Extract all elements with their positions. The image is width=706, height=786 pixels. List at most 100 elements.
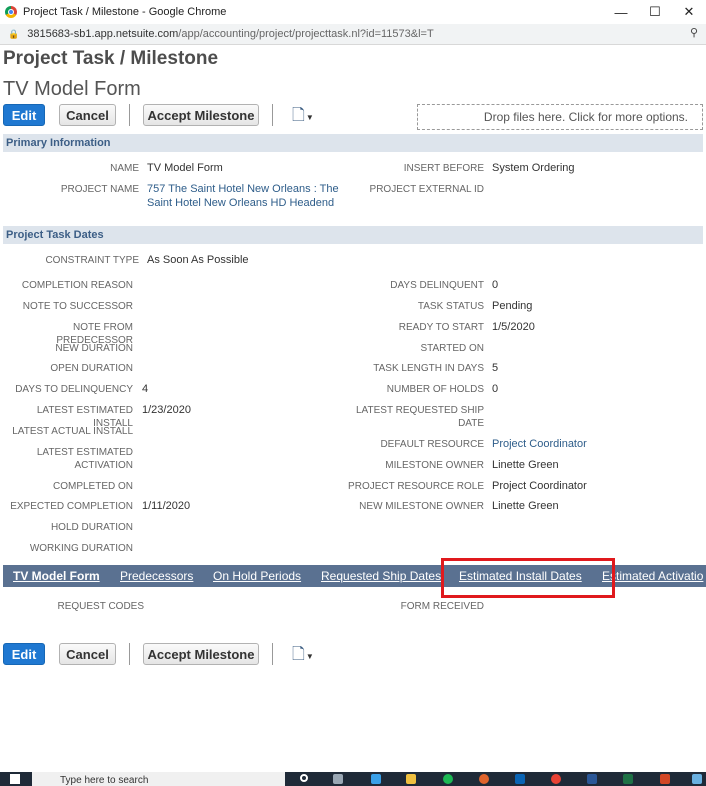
windows-start-icon[interactable] bbox=[10, 774, 20, 784]
field-value-project-resource-role: Project Coordinator bbox=[492, 480, 587, 492]
section-header-primary[interactable]: Primary Information bbox=[3, 134, 703, 152]
field-label: ACTIVATION bbox=[74, 460, 133, 471]
cortana-icon[interactable] bbox=[300, 774, 308, 782]
field-label-form-received: FORM RECEIVED bbox=[400, 601, 484, 612]
window-title: Project Task / Milestone - Google Chrome bbox=[23, 6, 227, 18]
field-value-latest-estimated-install: 1/23/2020 bbox=[142, 404, 191, 416]
field-label: LATEST ACTUAL INSTALL bbox=[12, 426, 133, 437]
page-title: Project Task / Milestone bbox=[3, 48, 219, 69]
powerpoint-icon[interactable] bbox=[660, 774, 670, 784]
outlook-icon[interactable] bbox=[515, 774, 525, 784]
field-label: MILESTONE OWNER bbox=[385, 460, 484, 471]
field-label: HOLD DURATION bbox=[50, 522, 133, 533]
tab-on-hold-periods[interactable]: On Hold Periods bbox=[213, 565, 301, 587]
field-label-project-name: PROJECT NAME bbox=[60, 184, 139, 195]
tab-tv-model-form[interactable]: TV Model Form bbox=[13, 565, 100, 587]
field-value-project-name-line2[interactable]: Saint Hotel New Orleans HD Headend bbox=[147, 196, 334, 210]
excel-icon[interactable] bbox=[623, 774, 633, 784]
field-label: NOTE TO SUCCESSOR bbox=[22, 301, 133, 312]
field-label-project-external-id: PROJECT EXTERNAL ID bbox=[369, 184, 484, 195]
new-document-menu[interactable]: 🗋 ▼ bbox=[292, 106, 324, 128]
field-value-default-resource[interactable]: Project Coordinator bbox=[492, 437, 587, 451]
maximize-button[interactable]: ☐ bbox=[638, 0, 672, 24]
tab-estimated-activation[interactable]: Estimated Activatio bbox=[602, 565, 703, 587]
edit-button-bottom[interactable]: Edit bbox=[3, 643, 45, 665]
cancel-button[interactable]: Cancel bbox=[59, 104, 116, 126]
app-icon[interactable] bbox=[371, 774, 381, 784]
field-label: DEFAULT RESOURCE bbox=[380, 439, 484, 450]
chevron-down-icon: ▼ bbox=[305, 651, 314, 661]
field-label: LATEST ESTIMATED bbox=[36, 447, 133, 458]
field-label-request-codes: REQUEST CODES bbox=[57, 601, 145, 612]
close-button[interactable]: ✕ bbox=[672, 0, 706, 24]
field-label: OPEN DURATION bbox=[50, 363, 133, 374]
toolbar-separator bbox=[129, 104, 130, 126]
url-path: /app/accounting/project/projecttask.nl?i… bbox=[178, 28, 434, 40]
field-label: WORKING DURATION bbox=[29, 543, 133, 554]
chrome-taskbar-icon[interactable] bbox=[551, 774, 561, 784]
field-label: DAYS DELINQUENT bbox=[390, 280, 484, 291]
field-label: NUMBER OF HOLDS bbox=[386, 384, 484, 395]
field-value-milestone-owner: Linette Green bbox=[492, 459, 559, 471]
section-header-dates[interactable]: Project Task Dates bbox=[3, 226, 703, 244]
browser-title-bar: Project Task / Milestone - Google Chrome… bbox=[0, 0, 706, 25]
field-label: NEW MILESTONE OWNER bbox=[359, 501, 484, 512]
chrome-logo-icon bbox=[5, 6, 17, 18]
field-value-days-delinquent: 0 bbox=[492, 279, 499, 291]
address-bar[interactable]: 🔒 3815683-sb1.app.netsuite.com/app/accou… bbox=[0, 24, 706, 45]
url-text[interactable]: 3815683-sb1.app.netsuite.com/app/account… bbox=[27, 28, 433, 40]
field-label: LATEST REQUESTED SHIP bbox=[356, 405, 484, 416]
accept-milestone-button-bottom[interactable]: Accept Milestone bbox=[143, 643, 259, 665]
field-label: DATE bbox=[458, 418, 484, 429]
taskbar-search-input[interactable]: Type here to search bbox=[32, 772, 285, 786]
field-label: TASK STATUS bbox=[417, 301, 484, 312]
record-title: TV Model Form bbox=[3, 78, 141, 100]
field-value-name: TV Model Form bbox=[147, 162, 223, 174]
new-document-icon: 🗋 bbox=[292, 645, 305, 663]
lock-icon: 🔒 bbox=[8, 28, 20, 39]
tab-predecessors[interactable]: Predecessors bbox=[120, 565, 193, 587]
file-drop-zone[interactable]: Drop files here. Click for more options. bbox=[417, 104, 703, 130]
new-document-icon: 🗋 bbox=[292, 106, 305, 124]
spotify-icon[interactable] bbox=[443, 774, 453, 784]
app-icon[interactable] bbox=[692, 774, 702, 784]
field-label: READY TO START bbox=[398, 322, 484, 333]
url-host: 3815683-sb1.app.netsuite.com bbox=[27, 28, 179, 40]
accept-milestone-button[interactable]: Accept Milestone bbox=[143, 104, 259, 126]
cancel-button-bottom[interactable]: Cancel bbox=[59, 643, 116, 665]
field-label: TASK LENGTH IN DAYS bbox=[373, 363, 484, 374]
firefox-icon[interactable] bbox=[479, 774, 489, 784]
file-explorer-icon[interactable] bbox=[406, 774, 416, 784]
field-value-project-name-line1[interactable]: 757 The Saint Hotel New Orleans : The bbox=[147, 182, 339, 196]
field-label-name: NAME bbox=[110, 163, 139, 174]
field-label: DAYS TO DELINQUENCY bbox=[15, 384, 133, 395]
annotation-highlight-box bbox=[441, 558, 615, 598]
field-label: COMPLETED ON bbox=[52, 481, 133, 492]
toolbar-separator bbox=[272, 104, 273, 126]
field-value-ready-to-start: 1/5/2020 bbox=[492, 321, 535, 333]
zoom-icon[interactable]: ⚲ bbox=[690, 26, 698, 39]
field-label-insert-before: INSERT BEFORE bbox=[403, 163, 484, 174]
field-value-task-length: 5 bbox=[492, 362, 499, 374]
field-label: PROJECT RESOURCE ROLE bbox=[348, 481, 484, 492]
field-value-new-milestone-owner: Linette Green bbox=[492, 500, 559, 512]
field-label: COMPLETION REASON bbox=[21, 280, 133, 291]
field-value-constraint-type: As Soon As Possible bbox=[147, 254, 249, 266]
edit-button[interactable]: Edit bbox=[3, 104, 45, 126]
windows-taskbar: Type here to search bbox=[0, 772, 706, 786]
field-label: EXPECTED COMPLETION bbox=[10, 501, 133, 512]
minimize-button[interactable]: — bbox=[604, 0, 638, 24]
new-document-menu-bottom[interactable]: 🗋 ▼ bbox=[292, 645, 324, 667]
field-value-days-to-delinquency: 4 bbox=[142, 383, 149, 395]
word-icon[interactable] bbox=[587, 774, 597, 784]
field-value-number-of-holds: 0 bbox=[492, 383, 499, 395]
field-label-constraint-type: CONSTRAINT TYPE bbox=[45, 255, 139, 266]
chevron-down-icon: ▼ bbox=[305, 112, 314, 122]
field-label: NEW DURATION bbox=[55, 343, 133, 354]
tab-requested-ship-dates[interactable]: Requested Ship Dates bbox=[321, 565, 441, 587]
toolbar-separator bbox=[129, 643, 130, 665]
field-label: STARTED ON bbox=[420, 343, 484, 354]
task-view-icon[interactable] bbox=[333, 774, 343, 784]
toolbar-separator bbox=[272, 643, 273, 665]
taskbar-search-placeholder: Type here to search bbox=[60, 775, 149, 786]
